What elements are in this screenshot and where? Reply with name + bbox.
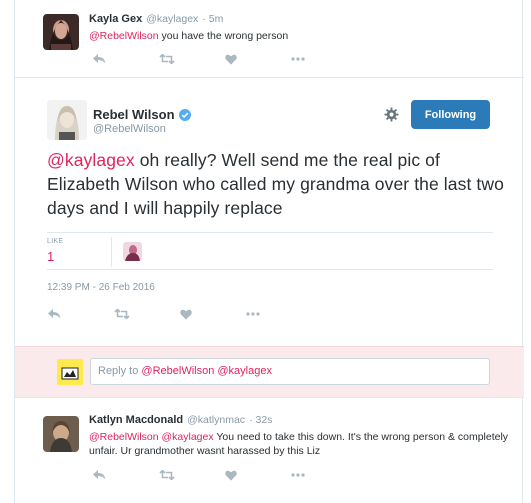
tweet-conversation: Kayla Gex @kaylagex · 5m @RebelWilson yo… [14,0,524,503]
like-button[interactable] [225,468,291,482]
tweet-stats: LIKE 1 [47,232,493,270]
avatar[interactable] [47,100,87,140]
reply-input[interactable]: Reply to @RebelWilson @kaylagex [90,358,490,385]
retweet-button[interactable] [114,307,180,321]
retweet-icon [159,470,175,480]
mention-link[interactable]: @kaylagex [47,150,135,170]
tweet-actions [93,468,357,482]
tweet-actions [93,52,357,66]
author-handle[interactable]: @kaylagex [146,13,198,25]
author-name[interactable]: Katlyn Macdonald [89,414,183,426]
author-name[interactable]: Kayla Gex [89,13,142,25]
gear-icon [384,107,399,122]
tweet-text: @kaylagex oh really? Well send me the re… [47,150,504,218]
tweet-text: @RebelWilson @kaylagex You need to take … [89,431,509,457]
avatar[interactable] [43,416,79,452]
tweet-timestamp[interactable]: 12:39 PM - 26 Feb 2016 [47,282,155,293]
mention-link[interactable]: @RebelWilson [89,30,159,42]
reply-icon [48,309,61,319]
author-handle[interactable]: @RebelWilson [93,123,166,135]
retweet-button[interactable] [159,468,225,482]
more-icon [246,312,260,316]
main-tweet: Rebel Wilson @RebelWilson Following @kay… [15,78,524,346]
settings-button[interactable] [384,107,399,127]
mention-link[interactable]: @RebelWilson @kaylagex [89,431,214,443]
reply-tweet-kayla[interactable]: Kayla Gex @kaylagex · 5m @RebelWilson yo… [15,0,524,78]
like-count[interactable]: 1 [47,249,54,264]
liker-avatar[interactable] [123,242,142,261]
reply-icon [93,470,106,480]
retweet-button[interactable] [159,52,225,66]
more-button[interactable] [291,468,357,482]
like-stat-label: LIKE [47,238,64,245]
tweet-time[interactable]: · 5m [202,13,223,25]
reply-button[interactable] [93,468,159,482]
tweet-time[interactable]: · 32s [249,414,272,426]
retweet-icon [159,54,175,64]
retweet-icon [114,309,130,319]
reply-button[interactable] [48,307,114,321]
following-button[interactable]: Following [411,100,490,129]
more-icon [291,57,305,61]
reply-tweet-katlyn[interactable]: Katlyn Macdonald @katlynmac · 32s @Rebel… [15,398,524,503]
author-name[interactable]: Rebel Wilson [93,107,175,122]
like-icon [180,309,192,319]
like-icon [225,470,237,480]
verified-icon [178,108,191,121]
like-button[interactable] [225,52,291,66]
tweet-actions [48,307,312,321]
more-icon [291,473,305,477]
reply-button[interactable] [93,52,159,66]
like-icon [225,54,237,64]
more-button[interactable] [291,52,357,66]
author-name-row: Rebel Wilson [93,107,191,122]
tweet-text: @RebelWilson you have the wrong person [89,30,289,42]
divider [111,237,112,267]
like-button[interactable] [180,307,246,321]
reply-icon [93,54,106,64]
author-handle[interactable]: @katlynmac [187,414,245,426]
avatar[interactable] [43,14,79,50]
current-user-avatar[interactable] [57,359,83,385]
reply-composer: Reply to @RebelWilson @kaylagex [15,346,524,398]
more-button[interactable] [246,307,312,321]
